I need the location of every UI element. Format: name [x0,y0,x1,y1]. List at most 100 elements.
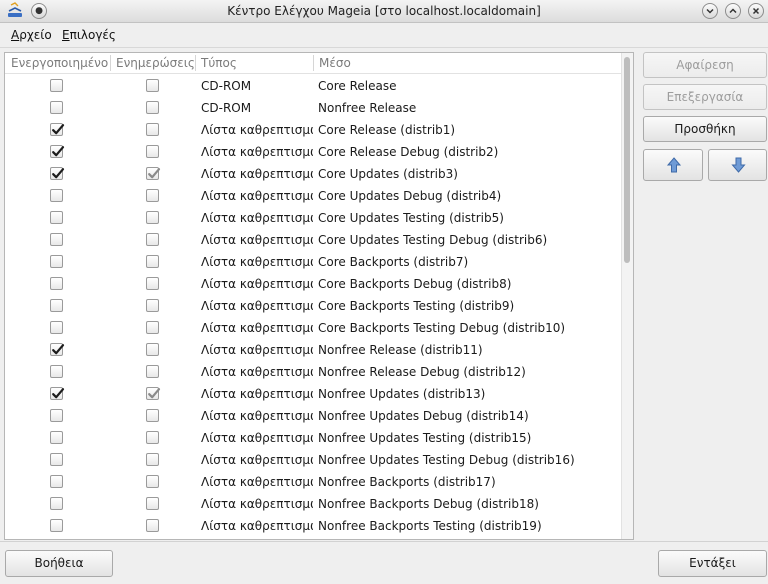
medium-cell: Nonfree Backports Debug (distrib18) [318,497,539,511]
menu-file[interactable]: Αρχείο [11,28,52,42]
medium-cell: Core Updates (distrib3) [318,167,458,181]
enabled-checkbox[interactable] [50,79,63,92]
column-header-medium[interactable]: Μέσο [319,56,351,70]
menu-options[interactable]: Επιλογές [62,28,116,42]
table-row[interactable]: Λίστα καθρεπτισμών Nonfree Updates Debug … [5,405,621,427]
updates-checkbox[interactable] [146,453,159,466]
enabled-checkbox[interactable] [50,167,65,180]
updates-checkbox[interactable] [146,79,159,92]
table-row[interactable]: Λίστα καθρεπτισμών Core Backports Testing… [5,295,621,317]
updates-checkbox[interactable] [146,475,159,488]
table-row[interactable]: Λίστα καθρεπτισμών Core Release Debug (di… [5,141,621,163]
close-button[interactable] [748,3,764,19]
enabled-checkbox[interactable] [50,431,63,444]
enabled-checkbox[interactable] [50,255,63,268]
table-row[interactable]: Λίστα καθρεπτισμών Nonfree Updates (distr… [5,383,621,405]
updates-checkbox[interactable] [146,387,161,400]
enabled-checkbox[interactable] [50,211,63,224]
updates-checkbox[interactable] [146,167,161,180]
updates-checkbox[interactable] [146,519,159,532]
updates-checkbox[interactable] [146,255,159,268]
maximize-button[interactable] [725,3,741,19]
table-row[interactable]: Λίστα καθρεπτισμών Core Updates Testing D… [5,229,621,251]
updates-checkbox[interactable] [146,145,159,158]
move-up-button[interactable] [643,149,703,181]
help-button[interactable]: Βοήθεια [5,550,113,577]
updates-checkbox[interactable] [146,101,159,114]
medium-cell: Nonfree Release Debug (distrib12) [318,365,526,379]
enabled-checkbox[interactable] [50,277,63,290]
medium-cell: Core Release Debug (distrib2) [318,145,499,159]
enabled-checkbox[interactable] [50,365,63,378]
type-cell: Λίστα καθρεπτισμών [201,255,313,269]
add-button[interactable]: Προσθήκη [643,116,767,142]
ok-button[interactable]: Εντάξει [658,550,767,577]
enabled-checkbox[interactable] [50,145,65,158]
checkmark-icon [52,168,65,179]
updates-checkbox[interactable] [146,233,159,246]
scrollbar-thumb[interactable] [624,57,630,263]
enabled-checkbox[interactable] [50,519,63,532]
medium-cell: Core Updates Testing (distrib5) [318,211,504,225]
enabled-checkbox[interactable] [50,299,63,312]
updates-checkbox[interactable] [146,497,159,510]
table-row[interactable]: Λίστα καθρεπτισμών Nonfree Updates Testin… [5,449,621,471]
table-row[interactable]: Λίστα καθρεπτισμών Nonfree Backports (dis… [5,471,621,493]
table-row[interactable]: Λίστα καθρεπτισμών Core Updates (distrib3… [5,163,621,185]
enabled-checkbox[interactable] [50,123,65,136]
table-row[interactable]: Λίστα καθρεπτισμών Core Backports Testing… [5,317,621,339]
enabled-checkbox[interactable] [50,387,65,400]
column-header-updates[interactable]: Ενημερώσεις [116,56,195,70]
enabled-checkbox[interactable] [50,189,63,202]
minimize-button[interactable] [702,3,718,19]
medium-cell: Nonfree Release [318,101,417,115]
column-header-type[interactable]: Τύπος [201,56,237,70]
enabled-checkbox[interactable] [50,233,63,246]
table-row[interactable]: CD-ROM Nonfree Release [5,97,621,119]
updates-checkbox[interactable] [146,365,159,378]
enabled-checkbox[interactable] [50,409,63,422]
table-row[interactable]: Λίστα καθρεπτισμών Core Updates Testing (… [5,207,621,229]
move-down-button[interactable] [708,149,767,181]
updates-checkbox[interactable] [146,277,159,290]
medium-cell: Core Backports Testing Debug (distrib10) [318,321,566,335]
table-row[interactable]: Λίστα καθρεπτισμών Core Updates Debug (di… [5,185,621,207]
table-row[interactable]: Λίστα καθρεπτισμών Core Backports Debug (… [5,273,621,295]
updates-checkbox[interactable] [146,211,159,224]
updates-checkbox[interactable] [146,409,159,422]
type-cell: Λίστα καθρεπτισμών [201,299,313,313]
vertical-scrollbar[interactable] [621,53,633,539]
type-cell: Λίστα καθρεπτισμών [201,431,313,445]
table-row[interactable]: Λίστα καθρεπτισμών Nonfree Backports Debu… [5,493,621,515]
medium-cell: Core Updates Testing Debug (distrib6) [318,233,548,247]
updates-checkbox[interactable] [146,321,159,334]
checkmark-icon [52,124,65,135]
table-row[interactable]: Λίστα καθρεπτισμών Nonfree Release Debug … [5,361,621,383]
checkmark-icon [52,146,65,157]
table-row[interactable]: Λίστα καθρεπτισμών Nonfree Backports Test… [5,515,621,537]
enabled-checkbox[interactable] [50,101,63,114]
table-row[interactable]: Λίστα καθρεπτισμών Core Backports (distri… [5,251,621,273]
enabled-checkbox[interactable] [50,475,63,488]
table-row[interactable]: Λίστα καθρεπτισμών Nonfree Release (distr… [5,339,621,361]
window-title: Κέντρο Ελέγχου Mageia [στο localhost.loc… [227,4,541,18]
medium-cell: Core Backports Testing (distrib9) [318,299,515,313]
updates-checkbox[interactable] [146,189,159,202]
column-header-enabled[interactable]: Ενεργοποιημένο [11,56,108,70]
edit-button[interactable]: Επεξεργασία [643,84,767,110]
updates-checkbox[interactable] [146,123,159,136]
remove-button[interactable]: Αφαίρεση [643,52,767,78]
type-cell: Λίστα καθρεπτισμών [201,277,313,291]
table-row[interactable]: Λίστα καθρεπτισμών Core Release (distrib1… [5,119,621,141]
enabled-checkbox[interactable] [50,343,65,356]
enabled-checkbox[interactable] [50,497,63,510]
checkmark-icon [148,388,161,399]
updates-checkbox[interactable] [146,431,159,444]
updates-checkbox[interactable] [146,343,159,356]
type-cell: Λίστα καθρεπτισμών [201,365,313,379]
enabled-checkbox[interactable] [50,453,63,466]
table-row[interactable]: CD-ROM Core Release [5,75,621,97]
table-row[interactable]: Λίστα καθρεπτισμών Nonfree Updates Testin… [5,427,621,449]
enabled-checkbox[interactable] [50,321,63,334]
updates-checkbox[interactable] [146,299,159,312]
